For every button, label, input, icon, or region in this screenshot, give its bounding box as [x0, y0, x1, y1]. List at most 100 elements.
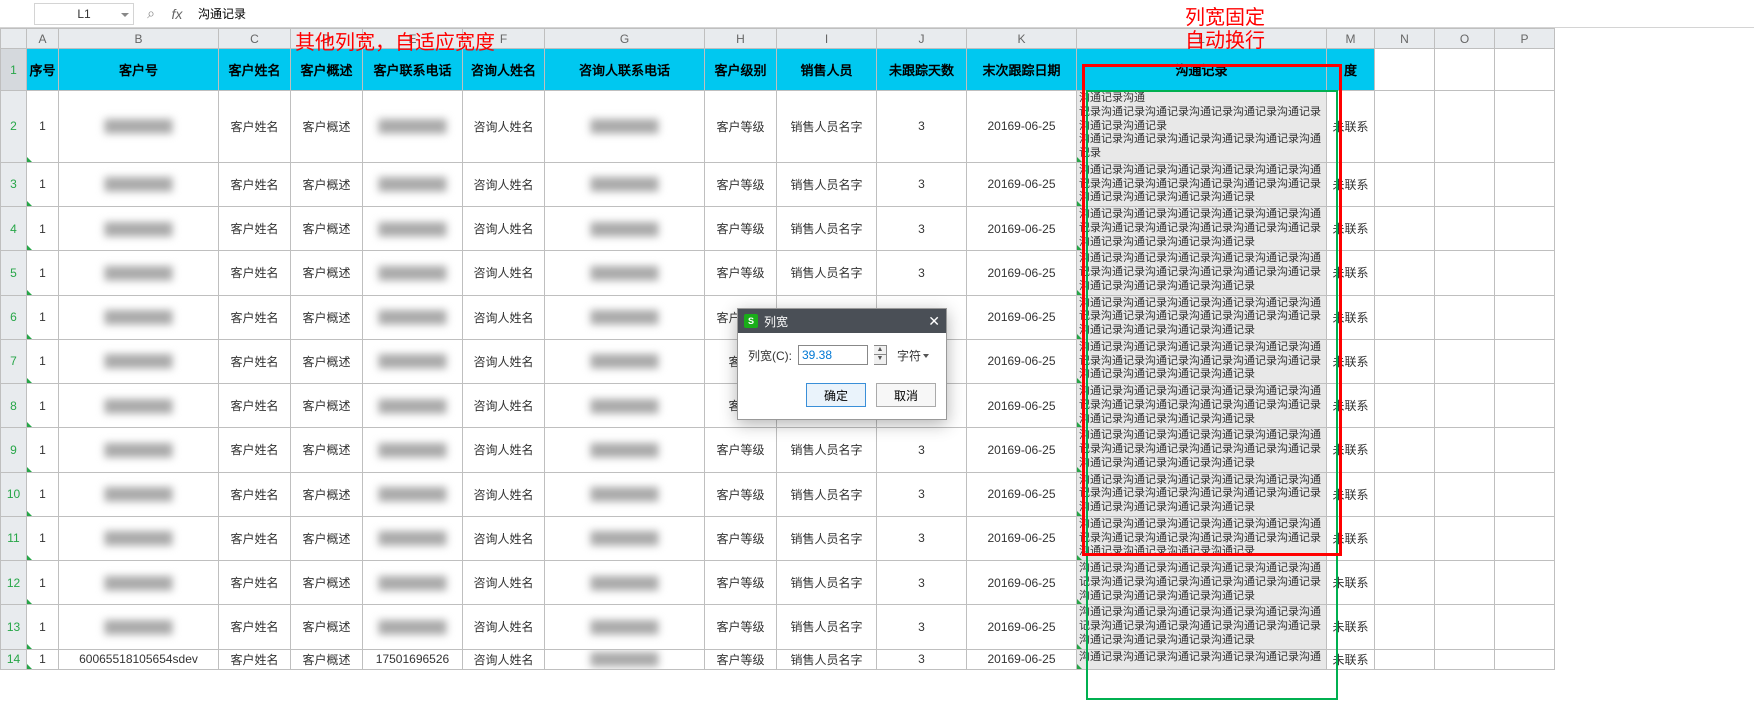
cell-date[interactable]: 20169-06-25 [967, 207, 1077, 251]
cell-st[interactable]: 未联系 [1327, 516, 1375, 560]
cell[interactable] [1375, 516, 1435, 560]
cell-seq[interactable]: 1 [27, 295, 59, 339]
cell-days[interactable]: 3 [877, 428, 967, 472]
cell-st[interactable]: 未联系 [1327, 251, 1375, 295]
cell[interactable] [1495, 207, 1555, 251]
cell-cust[interactable]: ████████ [59, 207, 219, 251]
cell-log[interactable]: 沟通记录沟通记录沟通记录沟通记录沟通记录沟通 记录沟通记录沟通记录沟通记录沟通记… [1077, 295, 1327, 339]
cell[interactable] [1435, 561, 1495, 605]
cell-cphone[interactable]: ████████ [545, 605, 705, 649]
cell-cphone[interactable]: ████████ [545, 207, 705, 251]
cell-phone[interactable]: ████████ [363, 605, 463, 649]
cell-cname[interactable]: 咨询人姓名 [463, 472, 545, 516]
header-cell[interactable]: 度 [1327, 49, 1375, 91]
header-cell[interactable]: 沟通记录 [1077, 49, 1327, 91]
cell[interactable] [1375, 384, 1435, 428]
cell-lvl[interactable]: 客户等级 [705, 207, 777, 251]
cell-desc[interactable]: 客户概述 [291, 649, 363, 669]
col-head-K[interactable]: K [967, 29, 1077, 49]
row-head-4[interactable]: 4 [1, 207, 27, 251]
cell-sales[interactable]: 销售人员名字 [777, 251, 877, 295]
cell-days[interactable]: 3 [877, 207, 967, 251]
cell-name[interactable]: 客户姓名 [219, 162, 291, 206]
cell-sales[interactable]: 销售人员名字 [777, 649, 877, 669]
cell-name[interactable]: 客户姓名 [219, 428, 291, 472]
column-width-input[interactable] [798, 345, 868, 365]
cell-cname[interactable]: 咨询人姓名 [463, 516, 545, 560]
cell-lvl[interactable]: 客户等级 [705, 516, 777, 560]
cell-log[interactable]: 沟通记录沟通记录沟通记录沟通记录沟通记录沟通 记录沟通记录沟通记录沟通记录沟通记… [1077, 605, 1327, 649]
cell-name[interactable]: 客户姓名 [219, 295, 291, 339]
cell-seq[interactable]: 1 [27, 339, 59, 383]
cell[interactable] [1435, 339, 1495, 383]
col-head-A[interactable]: A [27, 29, 59, 49]
cell-sales[interactable]: 销售人员名字 [777, 428, 877, 472]
cell-days[interactable]: 3 [877, 561, 967, 605]
cell-date[interactable]: 20169-06-25 [967, 339, 1077, 383]
cell-name[interactable]: 客户姓名 [219, 516, 291, 560]
cell-date[interactable]: 20169-06-25 [967, 516, 1077, 560]
header-cell[interactable]: 客户级别 [705, 49, 777, 91]
row-head-8[interactable]: 8 [1, 384, 27, 428]
cell-st[interactable]: 未联系 [1327, 207, 1375, 251]
cell[interactable] [1375, 251, 1435, 295]
cell-st[interactable]: 未联系 [1327, 339, 1375, 383]
cell-date[interactable]: 20169-06-25 [967, 295, 1077, 339]
header-cell[interactable]: 咨询人姓名 [463, 49, 545, 91]
cell-days[interactable]: 3 [877, 91, 967, 163]
cell-sales[interactable]: 销售人员名字 [777, 516, 877, 560]
cell-cname[interactable]: 咨询人姓名 [463, 605, 545, 649]
cell-st[interactable]: 未联系 [1327, 472, 1375, 516]
cell-cust[interactable]: 60065518105654sdev [59, 649, 219, 669]
cell-phone[interactable]: ████████ [363, 428, 463, 472]
cell[interactable] [1435, 251, 1495, 295]
header-cell[interactable]: 末次跟踪日期 [967, 49, 1077, 91]
row-head-12[interactable]: 12 [1, 561, 27, 605]
cell[interactable] [1375, 561, 1435, 605]
cell-date[interactable]: 20169-06-25 [967, 251, 1077, 295]
cell[interactable] [1435, 91, 1495, 163]
cell-log[interactable]: 沟通记录沟通记录沟通记录沟通记录沟通记录沟通 记录沟通记录沟通记录沟通记录沟通记… [1077, 251, 1327, 295]
cell[interactable] [1375, 605, 1435, 649]
row-head-2[interactable]: 2 [1, 91, 27, 163]
cell-days[interactable]: 3 [877, 516, 967, 560]
cell-cust[interactable]: ████████ [59, 384, 219, 428]
row-head-14[interactable]: 14 [1, 649, 27, 669]
row-head-7[interactable]: 7 [1, 339, 27, 383]
cell-cname[interactable]: 咨询人姓名 [463, 162, 545, 206]
cell-st[interactable]: 未联系 [1327, 384, 1375, 428]
cell-name[interactable]: 客户姓名 [219, 561, 291, 605]
cell[interactable] [1495, 91, 1555, 163]
cell-lvl[interactable]: 客户等级 [705, 91, 777, 163]
cell[interactable] [1375, 49, 1435, 91]
cancel-button[interactable]: 取消 [876, 383, 936, 407]
cell-sales[interactable]: 销售人员名字 [777, 91, 877, 163]
cell-lvl[interactable]: 客户等级 [705, 605, 777, 649]
cell-seq[interactable]: 1 [27, 561, 59, 605]
cell[interactable] [1435, 295, 1495, 339]
cell-st[interactable]: 未联系 [1327, 295, 1375, 339]
cell-cust[interactable]: ████████ [59, 605, 219, 649]
header-cell[interactable]: 客户姓名 [219, 49, 291, 91]
cell-seq[interactable]: 1 [27, 649, 59, 669]
cell-cust[interactable]: ████████ [59, 472, 219, 516]
cell-days[interactable]: 3 [877, 162, 967, 206]
cell-seq[interactable]: 1 [27, 605, 59, 649]
cell-name[interactable]: 客户姓名 [219, 649, 291, 669]
cell-cname[interactable]: 咨询人姓名 [463, 384, 545, 428]
cell-desc[interactable]: 客户概述 [291, 605, 363, 649]
cell-log[interactable]: 沟通记录沟通记录沟通记录沟通记录沟通记录沟通 记录沟通记录沟通记录沟通记录沟通记… [1077, 561, 1327, 605]
cell-lvl[interactable]: 客户等级 [705, 428, 777, 472]
cell[interactable] [1495, 516, 1555, 560]
col-head-N[interactable]: N [1375, 29, 1435, 49]
col-head-P[interactable]: P [1495, 29, 1555, 49]
close-icon[interactable]: ✕ [928, 313, 940, 330]
cell-cust[interactable]: ████████ [59, 162, 219, 206]
cell-date[interactable]: 20169-06-25 [967, 384, 1077, 428]
cell-days[interactable]: 3 [877, 649, 967, 669]
cell[interactable] [1375, 207, 1435, 251]
cell-cphone[interactable]: ████████ [545, 428, 705, 472]
cell-seq[interactable]: 1 [27, 207, 59, 251]
cell-lvl[interactable]: 客户等级 [705, 251, 777, 295]
row-head-3[interactable]: 3 [1, 162, 27, 206]
